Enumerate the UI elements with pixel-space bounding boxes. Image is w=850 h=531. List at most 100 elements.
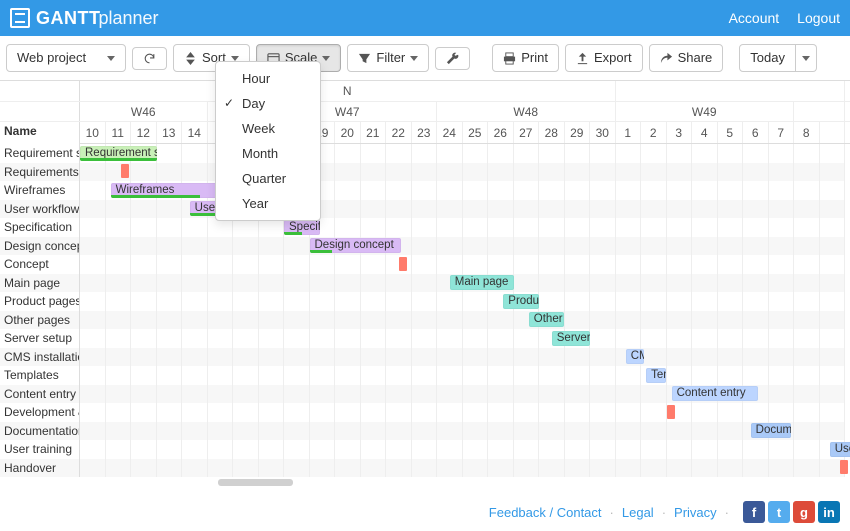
- filter-button[interactable]: Filter: [347, 44, 429, 72]
- project-selector-label: Web project: [17, 49, 86, 67]
- day-cell: 22: [386, 122, 412, 143]
- task-name[interactable]: Requirement specification: [0, 144, 80, 163]
- task-name[interactable]: Specification: [0, 218, 80, 237]
- day-cell: 14: [182, 122, 208, 143]
- project-selector[interactable]: Web project: [6, 44, 126, 72]
- task-row: Requirements: [0, 163, 850, 182]
- feedback-link[interactable]: Feedback / Contact: [489, 505, 602, 520]
- scale-option-quarter[interactable]: Quarter: [216, 166, 320, 191]
- task-name[interactable]: Handover: [0, 459, 80, 478]
- week-cell: W48: [437, 102, 616, 121]
- week-cell: W46: [80, 102, 208, 121]
- task-row: Templates: [0, 366, 850, 385]
- task-name[interactable]: CMS installation: [0, 348, 80, 367]
- refresh-button[interactable]: [132, 47, 167, 70]
- scale-option-month[interactable]: Month: [216, 141, 320, 166]
- wrench-icon: [446, 52, 459, 65]
- week-cell: [794, 102, 845, 121]
- filter-label: Filter: [376, 49, 405, 67]
- day-cell: 11: [106, 122, 132, 143]
- task-name[interactable]: Server setup: [0, 329, 80, 348]
- task-name[interactable]: User workflows: [0, 200, 80, 219]
- refresh-icon: [143, 52, 156, 65]
- print-label: Print: [521, 49, 548, 67]
- caret-icon: [410, 56, 418, 61]
- task-row: Development & Setup: [0, 403, 850, 422]
- months-header: N: [0, 80, 850, 102]
- legal-link[interactable]: Legal: [622, 505, 654, 520]
- today-button[interactable]: Today: [739, 44, 796, 72]
- day-cell: 30: [590, 122, 616, 143]
- facebook-icon[interactable]: f: [743, 501, 765, 523]
- gplus-icon[interactable]: g: [793, 501, 815, 523]
- settings-button[interactable]: [435, 47, 470, 70]
- today-label: Today: [750, 49, 785, 67]
- task-name[interactable]: Concept: [0, 255, 80, 274]
- day-cell: 6: [743, 122, 769, 143]
- scale-option-week[interactable]: Week: [216, 116, 320, 141]
- day-cell: 7: [769, 122, 795, 143]
- task-name[interactable]: Other pages: [0, 311, 80, 330]
- logout-link[interactable]: Logout: [797, 10, 840, 26]
- name-column-header: Name: [0, 122, 80, 144]
- today-caret-button[interactable]: [796, 44, 817, 72]
- account-link[interactable]: Account: [729, 10, 780, 26]
- caret-icon: [231, 56, 239, 61]
- day-cell: 2: [641, 122, 667, 143]
- day-cell: 4: [692, 122, 718, 143]
- day-cell: 21: [361, 122, 387, 143]
- task-row: Content entry: [0, 385, 850, 404]
- day-cell: 26: [488, 122, 514, 143]
- horizontal-scrollbar[interactable]: [218, 479, 293, 486]
- scale-option-day[interactable]: ✓Day: [216, 91, 320, 116]
- task-row: CMS installation: [0, 348, 850, 367]
- print-icon: [503, 52, 516, 65]
- day-cell: 12: [131, 122, 157, 143]
- top-nav: GANTTplanner Account Logout: [0, 0, 850, 36]
- task-row: Requirement specification: [0, 144, 850, 163]
- toolbar: Web project Sort Scale Filter Print Expo…: [0, 36, 850, 80]
- caret-icon: [802, 56, 810, 61]
- export-button[interactable]: Export: [565, 44, 643, 72]
- task-row: Product pages: [0, 292, 850, 311]
- task-name[interactable]: Requirements: [0, 163, 80, 182]
- task-name[interactable]: Main page: [0, 274, 80, 293]
- task-name[interactable]: Design concept: [0, 237, 80, 256]
- task-row: Design concept: [0, 237, 850, 256]
- social-icons: ftgin: [743, 501, 840, 523]
- task-name[interactable]: Development & Setup: [0, 403, 80, 422]
- task-name[interactable]: Product pages: [0, 292, 80, 311]
- export-icon: [576, 52, 589, 65]
- share-button[interactable]: Share: [649, 44, 724, 72]
- privacy-link[interactable]: Privacy: [674, 505, 717, 520]
- check-icon: ✓: [224, 96, 234, 110]
- twitter-icon[interactable]: t: [768, 501, 790, 523]
- month-cell: N: [80, 81, 616, 101]
- task-name[interactable]: User training: [0, 440, 80, 459]
- scale-option-year[interactable]: Year: [216, 191, 320, 216]
- scale-dropdown: Hour✓DayWeekMonthQuarterYear: [215, 61, 321, 221]
- day-cell: 8: [794, 122, 820, 143]
- task-name[interactable]: Documentation: [0, 422, 80, 441]
- task-name[interactable]: Wireframes: [0, 181, 80, 200]
- sort-icon: [184, 52, 197, 65]
- task-row: User training: [0, 440, 850, 459]
- brand-light: planner: [99, 8, 159, 28]
- day-cell: 28: [539, 122, 565, 143]
- task-row: Main page: [0, 274, 850, 293]
- weeks-header: W46W47W48W49: [0, 102, 850, 122]
- linkedin-icon[interactable]: in: [818, 501, 840, 523]
- print-button[interactable]: Print: [492, 44, 559, 72]
- task-row: Concept: [0, 255, 850, 274]
- day-cell: 23: [412, 122, 438, 143]
- brand[interactable]: GANTTplanner: [10, 8, 159, 29]
- task-name[interactable]: Content entry: [0, 385, 80, 404]
- share-label: Share: [678, 49, 713, 67]
- task-row: User workflows: [0, 200, 850, 219]
- scale-option-hour[interactable]: Hour: [216, 66, 320, 91]
- gantt-chart: N W46W47W48W49 Name101112131417181920212…: [0, 80, 850, 487]
- share-icon: [660, 52, 673, 65]
- task-name[interactable]: Templates: [0, 366, 80, 385]
- day-cell: 1: [616, 122, 642, 143]
- brand-icon: [10, 8, 30, 28]
